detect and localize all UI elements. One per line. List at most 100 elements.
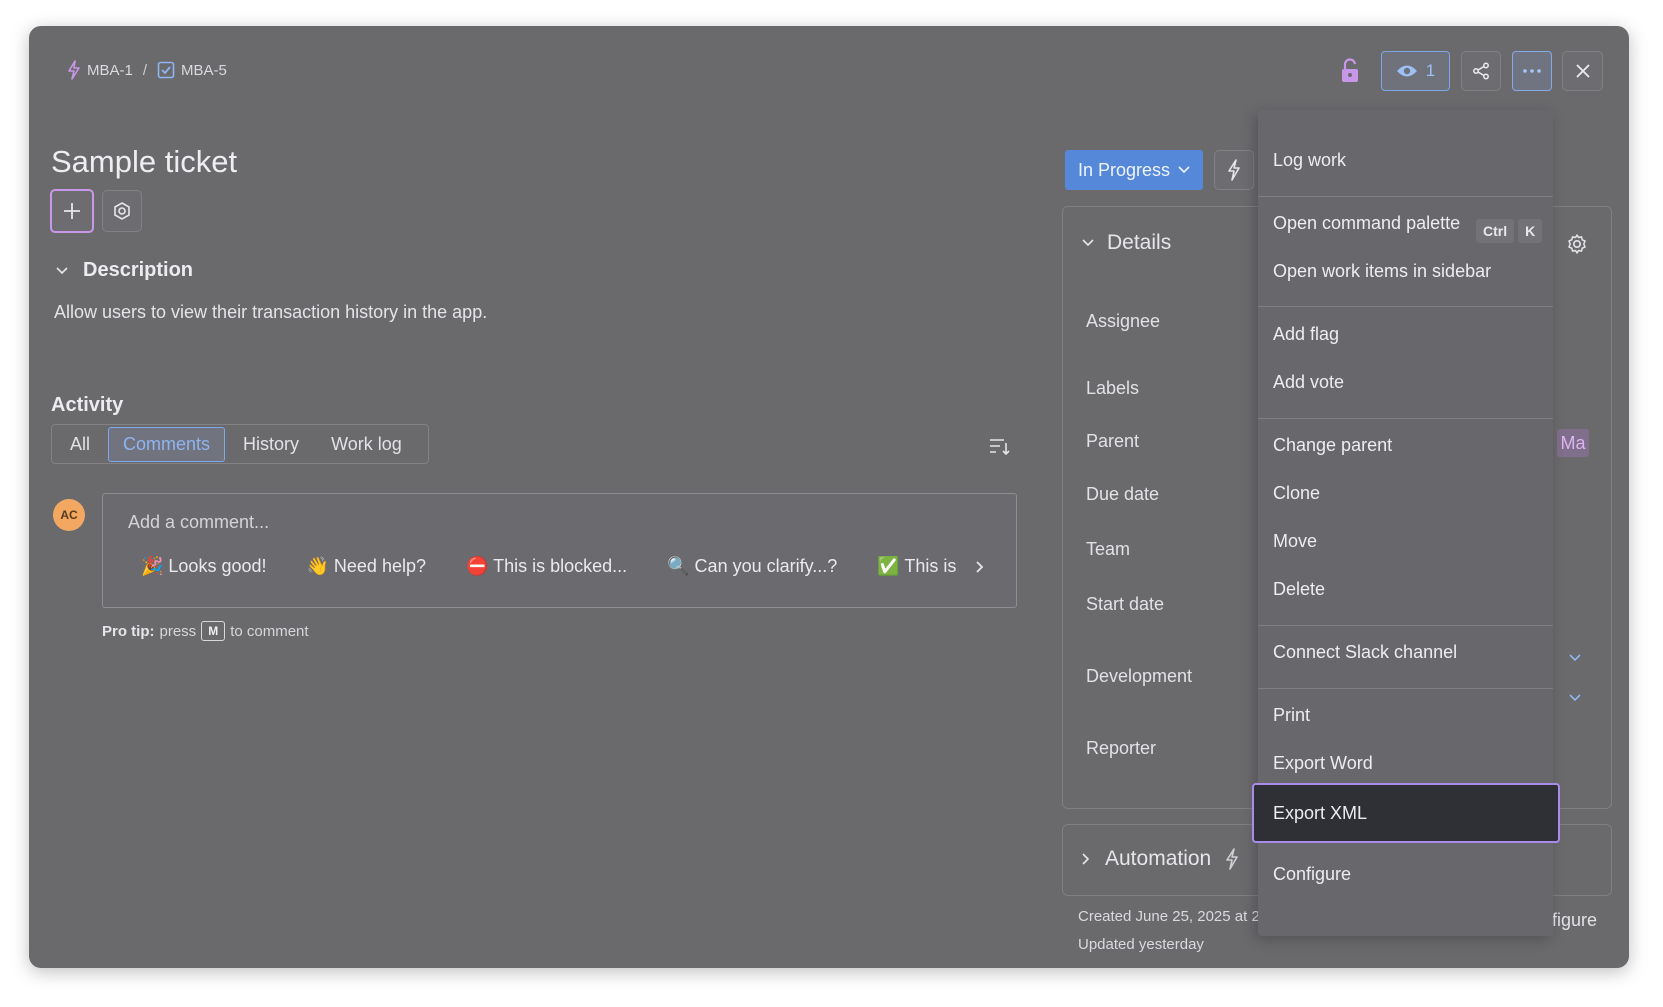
quick-replies-next[interactable] — [975, 558, 985, 579]
menu-item-print[interactable]: Print — [1273, 705, 1310, 726]
reporter-expand[interactable] — [1568, 689, 1582, 707]
parent-badge[interactable]: Ma — [1557, 429, 1589, 457]
checkbox-icon — [157, 61, 175, 79]
eye-icon — [1396, 65, 1417, 77]
tab-work-log[interactable]: Work log — [317, 428, 416, 461]
field-assignee: Assignee — [1086, 311, 1161, 331]
menu-item-log-work[interactable]: Log work — [1273, 150, 1346, 171]
details-heading: Details — [1107, 231, 1172, 254]
breadcrumb-current-label: MBA-5 — [181, 61, 227, 79]
menu-item-move[interactable]: Move — [1273, 531, 1317, 552]
restrictions-button[interactable] — [1340, 58, 1360, 89]
quick-replies: 🎉 Looks good! 👋 Need help? ⛔ This is blo… — [141, 556, 961, 582]
field-labels: Labels — [1086, 378, 1140, 398]
menu-divider — [1258, 418, 1553, 419]
menu-item-delete[interactable]: Delete — [1273, 579, 1325, 600]
updated-timestamp: Updated yesterday — [1078, 936, 1204, 953]
breadcrumb-current[interactable]: MBA-5 — [157, 61, 227, 79]
field-team: Team — [1086, 539, 1131, 559]
more-actions-menu: Log work Open command palette Ctrl K Ope… — [1252, 110, 1560, 936]
chevron-down-icon — [1178, 166, 1190, 174]
activity-tabs: All Comments History Work log — [51, 424, 429, 464]
breadcrumb: MBA-1 / MBA-5 — [67, 60, 227, 80]
field-start-date: Start date — [1086, 594, 1165, 614]
menu-item-configure[interactable]: Configure — [1273, 864, 1351, 885]
development-expand[interactable] — [1568, 649, 1582, 667]
menu-item-export-word[interactable]: Export Word — [1273, 753, 1373, 774]
configure-link[interactable]: figure — [1552, 910, 1597, 931]
menu-item-change-parent[interactable]: Change parent — [1273, 435, 1392, 456]
field-parent: Parent — [1086, 431, 1140, 451]
details-toggle[interactable]: Details — [1081, 231, 1171, 255]
details-settings-button[interactable] — [1566, 233, 1588, 260]
command-palette-shortcut: Ctrl K — [1476, 219, 1546, 243]
shortcut-key-ctrl: Ctrl — [1476, 219, 1515, 243]
close-button[interactable] — [1562, 51, 1603, 91]
shortcut-key-k: K — [1518, 219, 1543, 243]
share-button[interactable] — [1461, 51, 1501, 91]
pro-tip-label: Pro tip: — [102, 622, 155, 640]
menu-item-command-palette[interactable]: Open command palette — [1273, 213, 1460, 234]
work-item-modal: MBA-1 / MBA-5 Sample ticket Description … — [29, 26, 1629, 968]
menu-divider — [1258, 688, 1553, 689]
add-button[interactable] — [50, 189, 94, 233]
comment-placeholder: Add a comment... — [128, 512, 270, 532]
menu-item-add-flag[interactable]: Add flag — [1273, 324, 1339, 345]
field-development: Development — [1086, 666, 1193, 686]
quick-reply-clarify[interactable]: 🔍 Can you clarify...? — [667, 556, 837, 582]
activity-heading: Activity — [51, 394, 124, 416]
more-actions-button[interactable] — [1512, 51, 1552, 91]
chevron-down-icon — [56, 266, 68, 274]
chevron-right-icon — [1082, 853, 1090, 865]
watch-button[interactable]: 1 — [1381, 51, 1450, 91]
chevron-down-icon — [1082, 239, 1094, 247]
menu-item-open-sidebar[interactable]: Open work items in sidebar — [1273, 261, 1491, 282]
quick-reply-blocked[interactable]: ⛔ This is blocked... — [466, 556, 627, 582]
menu-item-connect-slack[interactable]: Connect Slack channel — [1273, 642, 1457, 663]
more-icon — [1523, 69, 1541, 73]
lightning-icon — [68, 60, 80, 80]
close-icon — [1575, 64, 1590, 78]
lightning-icon — [1226, 848, 1239, 870]
page-title[interactable]: Sample ticket — [51, 144, 237, 180]
menu-divider — [1258, 306, 1553, 307]
pro-tip: Pro tip: press M to comment — [102, 621, 309, 641]
tab-history[interactable]: History — [229, 428, 313, 461]
menu-divider — [1258, 625, 1553, 626]
chevron-down-icon — [1569, 654, 1581, 662]
description-heading: Description — [83, 259, 194, 281]
description-toggle[interactable]: Description — [55, 259, 193, 282]
share-icon — [1473, 62, 1489, 80]
pro-tip-key: M — [201, 621, 226, 641]
actions-button[interactable] — [1214, 150, 1254, 190]
pro-tip-pre: press — [159, 622, 197, 640]
created-timestamp: Created June 25, 2025 at 2 — [1078, 908, 1260, 925]
breadcrumb-separator: / — [142, 61, 148, 79]
quick-reply-need-help[interactable]: 👋 Need help? — [307, 556, 427, 582]
menu-item-clone[interactable]: Clone — [1273, 483, 1320, 504]
field-reporter: Reporter — [1086, 738, 1157, 758]
status-dropdown[interactable]: In Progress — [1065, 150, 1203, 190]
breadcrumb-parent[interactable]: MBA-1 — [67, 60, 133, 80]
chevron-down-icon — [1569, 694, 1581, 702]
pro-tip-post: to comment — [230, 622, 309, 640]
comment-input[interactable]: Add a comment... 🎉 Looks good! 👋 Need he… — [102, 493, 1017, 608]
avatar: AC — [53, 499, 85, 531]
description-text[interactable]: Allow users to view their transaction hi… — [54, 302, 487, 323]
quick-reply-on-track[interactable]: ✅ This is on track — [877, 556, 961, 582]
lock-open-icon — [1342, 58, 1358, 82]
lightning-icon — [1228, 159, 1240, 181]
sort-button[interactable] — [989, 438, 1011, 461]
watch-count: 1 — [1425, 61, 1436, 80]
automation-toggle[interactable]: Automation — [1081, 847, 1239, 871]
tab-comments[interactable]: Comments — [108, 426, 226, 462]
quick-reply-looks-good[interactable]: 🎉 Looks good! — [141, 556, 267, 582]
menu-item-export-xml[interactable]: Export XML — [1252, 783, 1560, 843]
menu-divider — [1258, 196, 1553, 197]
menu-item-add-vote[interactable]: Add vote — [1273, 372, 1344, 393]
status-label: In Progress — [1077, 159, 1171, 180]
gear-icon — [1568, 234, 1586, 254]
apps-button[interactable] — [102, 190, 142, 232]
tab-all[interactable]: All — [56, 428, 104, 461]
sort-icon — [990, 439, 1010, 456]
